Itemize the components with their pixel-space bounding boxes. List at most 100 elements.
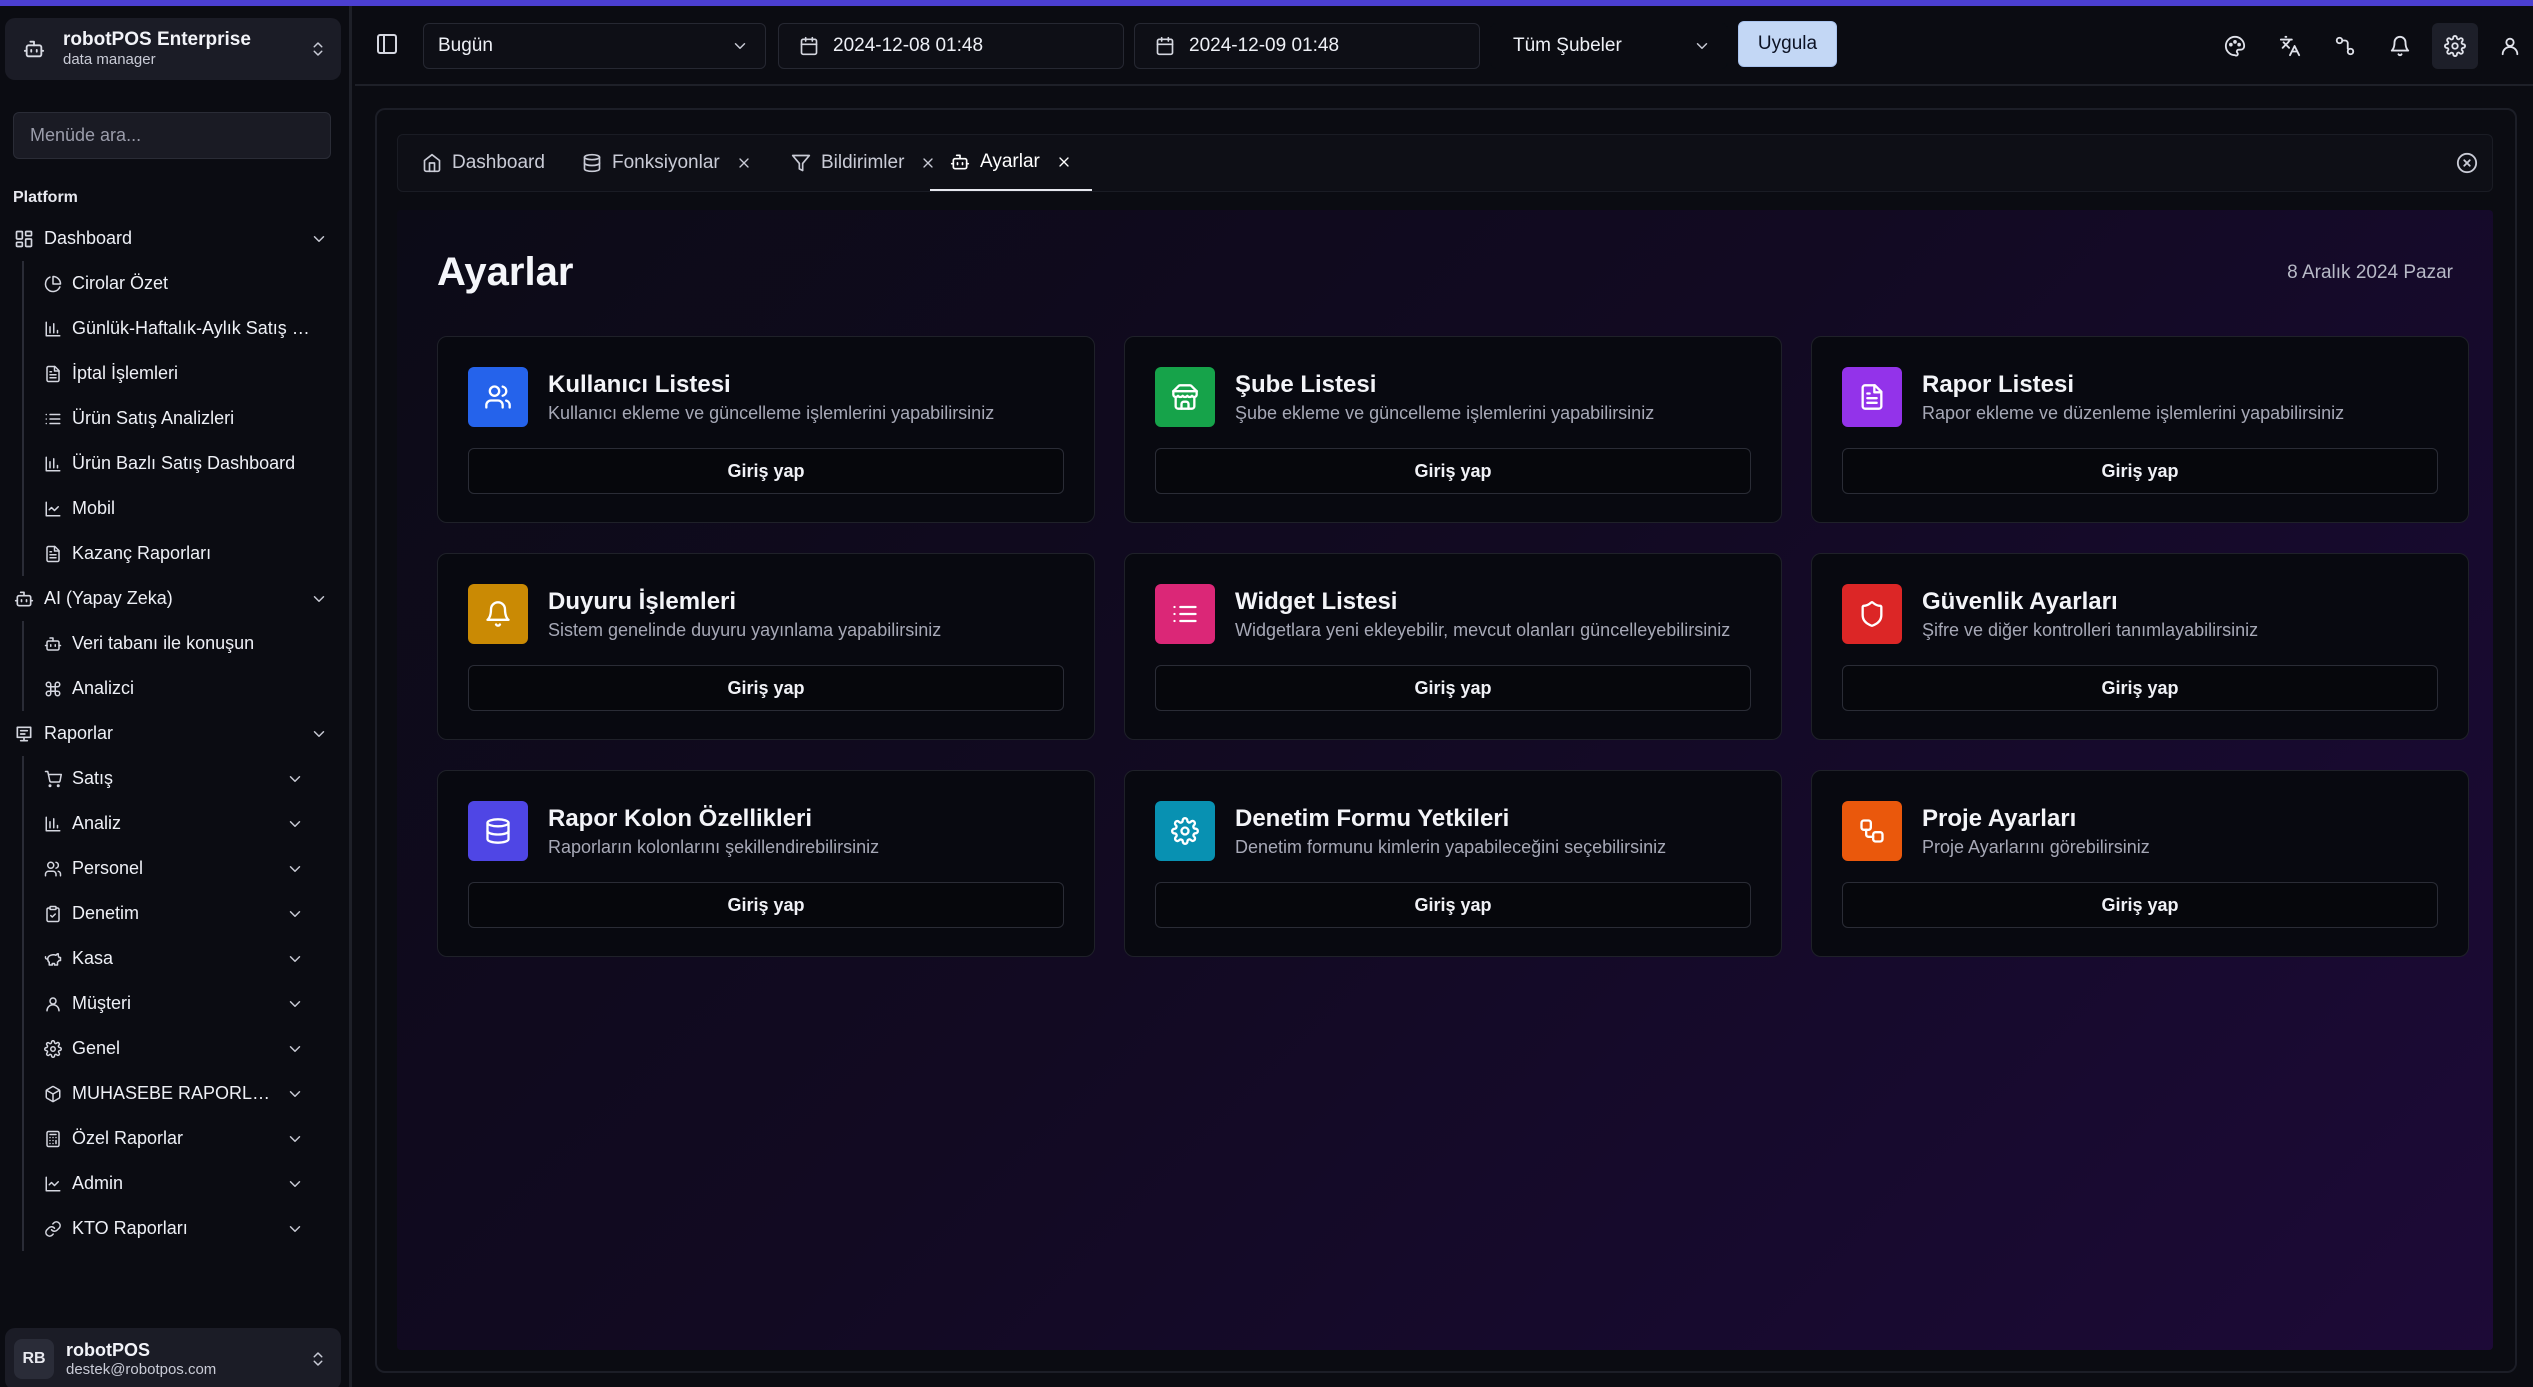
- chevron-down-icon: [289, 955, 301, 962]
- top-bar: Bugün 2024-12-08 01:48 2024-12-09 01:48 …: [355, 6, 2533, 86]
- end-date-picker[interactable]: 2024-12-09 01:48: [1134, 23, 1480, 69]
- sidebar-item[interactable]: İptal İşlemleri: [24, 351, 352, 396]
- card-icon-badge: [468, 584, 528, 644]
- period-value: Bugün: [438, 35, 493, 56]
- menu-search-input[interactable]: [13, 112, 331, 159]
- sidebar-item[interactable]: Ürün Bazlı Satış Dashboard: [24, 441, 352, 486]
- brand-title: robotPOS Enterprise: [63, 29, 251, 50]
- sidebar-item[interactable]: KTO Raporları: [24, 1206, 352, 1251]
- card-login-button[interactable]: Giriş yap: [468, 882, 1064, 928]
- sidebar-item[interactable]: Genel: [24, 1026, 352, 1071]
- chevron-down-icon: [289, 1090, 301, 1097]
- sidebar-item-label: Mobil: [72, 498, 116, 518]
- calculator-icon: [46, 1130, 60, 1147]
- tab-label: Fonksiyonlar: [612, 152, 720, 173]
- chevron-down-icon: [289, 1135, 301, 1142]
- tab-bar: Dashboard Fonksiyonlar Bildirimler Ayarlar: [397, 134, 2493, 192]
- card-login-button[interactable]: Giriş yap: [468, 665, 1064, 711]
- card-description: Kullanıcı ekleme ve güncelleme işlemleri…: [548, 403, 995, 423]
- tab-2[interactable]: Bildirimler: [791, 135, 936, 191]
- sidebar-item[interactable]: Müşteri: [24, 981, 352, 1026]
- list-icon: [45, 413, 61, 424]
- card-login-button[interactable]: Giriş yap: [1842, 665, 2438, 711]
- sidebar-toggle-icon[interactable]: [375, 32, 399, 56]
- card-icon-badge: [1155, 367, 1215, 427]
- card-icon-badge: [1842, 584, 1902, 644]
- tab-3[interactable]: Ayarlar: [930, 135, 1092, 191]
- card-login-button[interactable]: Giriş yap: [1155, 448, 1751, 494]
- sidebar-item[interactable]: Ürün Satış Analizleri: [24, 396, 352, 441]
- card-login-button[interactable]: Giriş yap: [468, 448, 1064, 494]
- close-icon[interactable]: [736, 155, 752, 171]
- document-icon: [46, 545, 60, 562]
- chevron-down-icon: [289, 1000, 301, 1007]
- card-description: Şube ekleme ve güncelleme işlemlerini ya…: [1235, 403, 1655, 423]
- settings-card: Kullanıcı Listesi Kullanıcı ekleme ve gün…: [437, 336, 1095, 523]
- sidebar-subitems: Satış Analiz Personel Denetim Kasa Müşteri Gen…: [22, 756, 352, 1251]
- sidebar-item[interactable]: Personel: [24, 846, 352, 891]
- close-all-tabs-icon[interactable]: [2456, 152, 2478, 174]
- database-icon: [486, 818, 510, 844]
- tab-1[interactable]: Fonksiyonlar: [582, 135, 752, 191]
- chevrons-up-down-icon: [313, 1352, 323, 1366]
- sidebar-item[interactable]: Kasa: [24, 936, 352, 981]
- workspace-switcher[interactable]: robotPOS Enterprise data manager: [5, 18, 341, 80]
- palette-icon[interactable]: [2212, 23, 2258, 69]
- start-date-picker[interactable]: 2024-12-08 01:48: [778, 23, 1124, 69]
- card-login-button[interactable]: Giriş yap: [1155, 882, 1751, 928]
- sidebar-item[interactable]: MUHASEBE RAPORLARI: [24, 1071, 352, 1116]
- sidebar-item[interactable]: Kazanç Raporları: [24, 531, 352, 576]
- sidebar-item-label: İptal İşlemleri: [72, 363, 179, 383]
- sidebar-item-label: Analizci: [72, 678, 135, 698]
- close-icon[interactable]: [1056, 154, 1072, 170]
- card-title: Denetim Formu Yetkileri: [1235, 805, 1510, 832]
- card-description: Şifre ve diğer kontrolleri tanımlayabili…: [1922, 620, 2259, 640]
- card-title: Widget Listesi: [1235, 588, 1398, 615]
- tab-0[interactable]: Dashboard: [422, 135, 545, 191]
- sidebar-item[interactable]: Denetim: [24, 891, 352, 936]
- user-menu[interactable]: RB robotPOS destek@robotpos.com: [5, 1328, 341, 1387]
- card-login-button[interactable]: Giriş yap: [1842, 882, 2438, 928]
- sidebar-item-label: Ürün Satış Analizleri: [72, 408, 235, 428]
- sidebar-item[interactable]: Admin: [24, 1161, 352, 1206]
- sidebar-item[interactable]: Mobil: [24, 486, 352, 531]
- database-icon: [583, 153, 601, 173]
- card-login-button[interactable]: Giriş yap: [1842, 448, 2438, 494]
- sidebar-item[interactable]: Satış: [24, 756, 352, 801]
- sidebar-item-label: Kazanç Raporları: [72, 543, 212, 563]
- brand-subtitle: data manager: [63, 51, 156, 68]
- sidebar-group-2[interactable]: Raporlar: [0, 711, 352, 756]
- sidebar-item[interactable]: Analiz: [24, 801, 352, 846]
- chevron-down-icon: [289, 775, 301, 782]
- sidebar-group-1[interactable]: AI (Yapay Zeka): [0, 576, 352, 621]
- settings-card: Güvenlik Ayarları Şifre ve diğer kontroll…: [1811, 553, 2469, 740]
- apply-button[interactable]: Uygula: [1738, 21, 1837, 67]
- sidebar-item-label: Özel Raporlar: [72, 1128, 184, 1148]
- user-icon[interactable]: [2487, 23, 2533, 69]
- sidebar-group-0[interactable]: Dashboard: [0, 216, 352, 261]
- bot-icon: [950, 154, 970, 170]
- gear-icon[interactable]: [2432, 23, 2478, 69]
- card-title: Proje Ayarları: [1922, 805, 2077, 832]
- sidebar-item[interactable]: Cirolar Özet: [24, 261, 352, 306]
- document-icon: [46, 365, 60, 382]
- sidebar-item[interactable]: Veri tabanı ile konuşun: [24, 621, 352, 666]
- language-icon[interactable]: [2267, 23, 2313, 69]
- tab-label: Dashboard: [452, 152, 545, 173]
- sidebar-item[interactable]: Günlük-Haftalık-Aylık Satış Raporları: [24, 306, 352, 351]
- card-icon-badge: [1155, 801, 1215, 861]
- main-panel: Dashboard Fonksiyonlar Bildirimler Ayarlar …: [375, 108, 2517, 1373]
- branch-select[interactable]: Tüm Şubeler: [1490, 23, 1728, 69]
- user-name: robotPOS: [66, 1340, 150, 1360]
- card-login-button[interactable]: Giriş yap: [1155, 665, 1751, 711]
- piggy-bank-icon: [44, 952, 62, 966]
- bar-chart-icon: [45, 456, 61, 471]
- workflow-icon[interactable]: [2322, 23, 2368, 69]
- period-select[interactable]: Bugün: [423, 23, 766, 69]
- chevron-down-icon: [289, 865, 301, 872]
- card-title: Kullanıcı Listesi: [548, 371, 731, 398]
- bell-icon[interactable]: [2377, 23, 2423, 69]
- sidebar-item[interactable]: Özel Raporlar: [24, 1116, 352, 1161]
- gear-icon: [44, 1039, 62, 1058]
- sidebar-item[interactable]: Analizci: [24, 666, 352, 711]
